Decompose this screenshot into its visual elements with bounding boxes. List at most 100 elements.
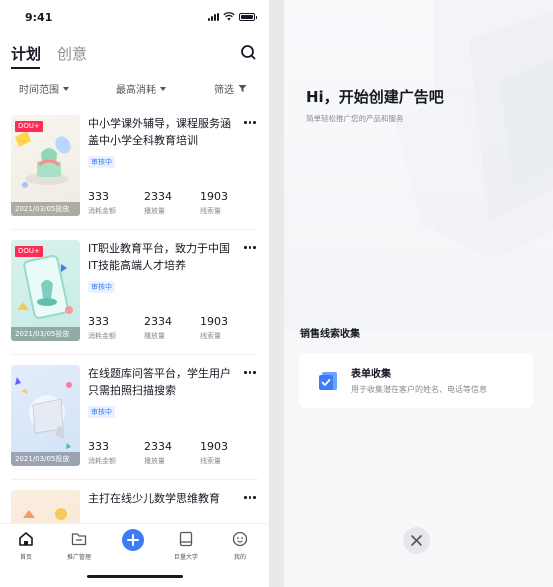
campaign-title: 在线题库问答平台，学生用户只需拍照扫描搜索 bbox=[88, 367, 231, 397]
active-tab-indicator bbox=[11, 67, 40, 69]
stat-value: 2334 bbox=[144, 315, 172, 328]
stat-value: 2334 bbox=[144, 440, 172, 453]
tab-creative[interactable]: 创意 bbox=[57, 43, 87, 64]
stat-label: 线索量 bbox=[200, 332, 221, 340]
stat-value: 1903 bbox=[200, 190, 228, 203]
add-icon[interactable] bbox=[122, 529, 144, 551]
caret-down-icon bbox=[63, 86, 69, 91]
hero-background bbox=[284, 0, 553, 330]
campaign-thumbnail: DOU+ 2021/03/05投放 bbox=[11, 115, 80, 216]
filter-label: 筛选 bbox=[214, 85, 234, 96]
signal-icon bbox=[208, 13, 219, 21]
option-title: 表单收集 bbox=[351, 369, 391, 380]
search-icon[interactable] bbox=[240, 44, 256, 60]
stat-label: 播放量 bbox=[144, 207, 165, 215]
section-title: 销售线索收集 bbox=[300, 329, 360, 340]
stat-leads: 1903 线索量 bbox=[200, 315, 228, 342]
tab-plan[interactable]: 计划 bbox=[11, 43, 41, 64]
stat-value: 1903 bbox=[200, 315, 228, 328]
dou-badge: DOU+ bbox=[15, 121, 43, 132]
filter-time-range[interactable]: 时间范围 bbox=[19, 81, 69, 96]
status-badge: 审核中 bbox=[88, 406, 115, 418]
stat-value: 333 bbox=[88, 440, 109, 453]
stat-spend: 333 消耗金额 bbox=[88, 190, 116, 217]
launch-date: 2021/03/05投放 bbox=[11, 202, 80, 216]
filter-label: 时间范围 bbox=[19, 85, 59, 96]
campaign-title: 主打在线少儿数学思维教育 bbox=[88, 492, 220, 505]
campaign-thumbnail: DOU+ 2021/03/05投放 bbox=[11, 240, 80, 341]
divider bbox=[11, 479, 258, 480]
stat-label: 播放量 bbox=[144, 457, 165, 465]
wifi-icon bbox=[223, 12, 235, 21]
hero-decoration bbox=[284, 0, 553, 330]
profile-icon bbox=[232, 531, 248, 547]
hero-subtitle: 简单轻松推广您的产品和服务 bbox=[306, 114, 404, 123]
create-ad-sheet: Hi，开始创建广告吧 简单轻松推广您的产品和服务 销售线索收集 表单收集 用于收… bbox=[284, 0, 553, 587]
nav-label: 巨量大学 bbox=[173, 554, 198, 561]
stat-leads: 1903 线索量 bbox=[200, 190, 228, 217]
status-badge: 审核中 bbox=[88, 281, 115, 293]
campaign-title: IT职业教育平台，致力于中国IT技能高端人才培养 bbox=[88, 242, 230, 272]
filter-max-spend[interactable]: 最高消耗 bbox=[116, 81, 166, 96]
more-options-icon[interactable] bbox=[244, 121, 256, 124]
campaign-title: 中小学课外辅导，课程服务涵盖中小学全科教育培训 bbox=[88, 117, 231, 147]
campaign-card[interactable]: DOU+ 2021/03/05投放 IT职业教育平台，致力于中国IT技能高端人才… bbox=[0, 240, 269, 365]
launch-date: 2021/03/05投放 bbox=[11, 452, 80, 466]
stat-plays: 2334 播放量 bbox=[144, 440, 172, 467]
divider bbox=[11, 229, 258, 230]
campaign-card[interactable]: 2021/03/05投放 在线题库问答平台，学生用户只需拍照扫描搜索 审核中 3… bbox=[0, 365, 269, 490]
education-illustration bbox=[15, 377, 72, 449]
option-description: 用于收集潜在客户的姓名、电话等信息 bbox=[351, 385, 487, 394]
nav-label: 首页 bbox=[19, 554, 32, 561]
folder-icon bbox=[71, 533, 87, 546]
stat-value: 333 bbox=[88, 315, 109, 328]
status-bar: 9:41 bbox=[0, 0, 269, 34]
dou-badge: DOU+ bbox=[15, 246, 43, 257]
stat-leads: 1903 线索量 bbox=[200, 440, 228, 467]
filter-button[interactable]: 筛选 bbox=[214, 81, 247, 96]
status-time: 9:41 bbox=[25, 11, 53, 24]
nav-university[interactable]: 巨量大学 bbox=[166, 531, 206, 561]
funnel-icon bbox=[238, 85, 247, 92]
filter-label: 最高消耗 bbox=[116, 85, 156, 96]
filter-bar: 时间范围 最高消耗 筛选 bbox=[0, 78, 269, 98]
stat-spend: 333 消耗金额 bbox=[88, 315, 116, 342]
launch-date: 2021/03/05投放 bbox=[11, 327, 80, 341]
stat-label: 消耗金额 bbox=[88, 207, 116, 215]
hero-title: Hi，开始创建广告吧 bbox=[306, 88, 444, 106]
battery-icon bbox=[239, 13, 257, 21]
stat-label: 线索量 bbox=[200, 457, 221, 465]
close-icon[interactable] bbox=[403, 527, 430, 554]
more-options-icon[interactable] bbox=[244, 496, 256, 499]
stat-label: 播放量 bbox=[144, 332, 165, 340]
stat-value: 333 bbox=[88, 190, 109, 203]
divider bbox=[11, 354, 258, 355]
tab-bar: 计划 创意 bbox=[0, 40, 269, 70]
stat-value: 1903 bbox=[200, 440, 228, 453]
campaign-list-screen: 9:41 计划 创意 时间范围 最高消耗 筛选 DOU+ 2021/03/05投… bbox=[0, 0, 269, 587]
campaign-thumbnail: 2021/03/05投放 bbox=[11, 365, 80, 466]
stat-spend: 333 消耗金额 bbox=[88, 440, 116, 467]
campaign-card[interactable]: DOU+ 2021/03/05投放 中小学课外辅导，课程服务涵盖中小学全科教育培… bbox=[0, 115, 269, 240]
home-icon bbox=[19, 532, 33, 546]
caret-down-icon bbox=[160, 86, 166, 91]
nav-profile[interactable]: 我的 bbox=[220, 531, 260, 561]
book-icon bbox=[179, 531, 193, 547]
stat-label: 消耗金额 bbox=[88, 332, 116, 340]
stat-value: 2334 bbox=[144, 190, 172, 203]
form-icon bbox=[319, 372, 337, 390]
form-collection-option[interactable]: 表单收集 用于收集潜在客户的姓名、电话等信息 bbox=[299, 353, 533, 408]
nav-label: 推广管理 bbox=[66, 554, 91, 561]
stat-label: 消耗金额 bbox=[88, 457, 116, 465]
home-indicator bbox=[87, 575, 183, 578]
status-badge: 审核中 bbox=[88, 156, 115, 168]
stat-label: 线索量 bbox=[200, 207, 221, 215]
more-options-icon[interactable] bbox=[244, 371, 256, 374]
nav-promotion[interactable]: 推广管理 bbox=[59, 531, 99, 561]
stat-plays: 2334 播放量 bbox=[144, 315, 172, 342]
nav-home[interactable]: 首页 bbox=[6, 531, 46, 561]
more-options-icon[interactable] bbox=[244, 246, 256, 249]
bottom-nav: 首页 推广管理 巨量大学 我的 bbox=[0, 523, 269, 587]
nav-label: 我的 bbox=[233, 554, 246, 561]
stat-plays: 2334 播放量 bbox=[144, 190, 172, 217]
